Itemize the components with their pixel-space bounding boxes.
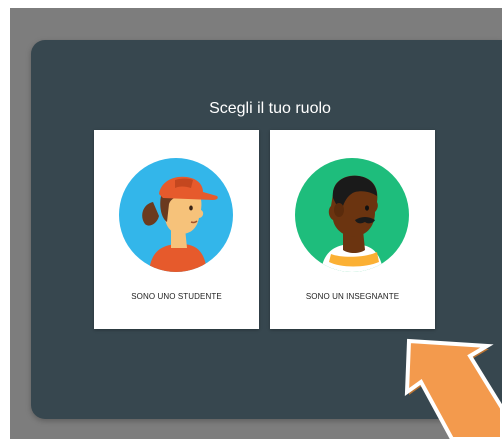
page-left-edge: [0, 0, 10, 439]
student-role-label: SONO UNO STUDENTE: [131, 292, 222, 301]
student-avatar-icon: [119, 158, 233, 272]
teacher-role-card[interactable]: SONO UN INSEGNANTE: [270, 130, 435, 329]
teacher-role-label: SONO UN INSEGNANTE: [305, 292, 400, 301]
page-top-edge: [0, 0, 502, 8]
pointer-arrow-icon: [404, 338, 502, 439]
student-role-card[interactable]: SONO UNO STUDENTE: [94, 130, 259, 329]
teacher-avatar-icon: [295, 158, 409, 272]
dialog-title: Scegli il tuo ruolo: [209, 100, 331, 117]
